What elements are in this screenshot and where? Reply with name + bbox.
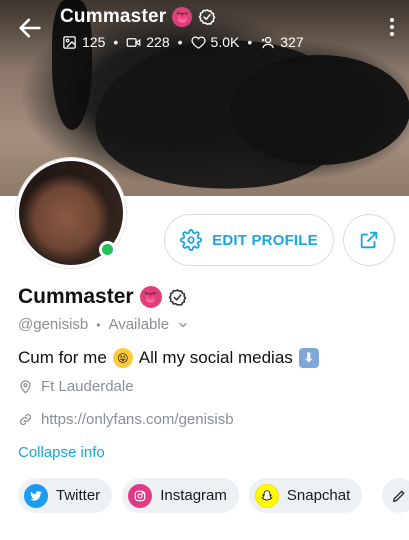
image-icon <box>63 35 76 49</box>
avatar-container[interactable] <box>16 158 126 268</box>
stat-fans-count: 327 <box>280 34 304 50</box>
snapchat-icon <box>254 483 279 508</box>
website-row[interactable]: https://onlyfans.com/genisisb <box>18 411 234 428</box>
profile-handle: @genisisb <box>18 316 89 333</box>
pin-icon <box>20 380 31 394</box>
stat-videos: 228 <box>126 34 170 50</box>
handle-separator: • <box>96 317 101 332</box>
online-status-dot <box>99 241 116 258</box>
stat-likes-count: 5.0K <box>210 34 240 50</box>
social-chip-twitter[interactable]: Twitter <box>18 478 113 513</box>
tongue-emoji-icon: 👅 <box>139 286 162 308</box>
gear-icon <box>180 229 203 251</box>
header-stats: 125 • 228 • 5.0K • 327 <box>62 34 304 50</box>
bio-text-2: All my social medias <box>138 348 293 367</box>
bio-text: Cum for me <box>18 348 107 367</box>
twitter-icon <box>24 483 48 508</box>
edit-profile-label: EDIT PROFILE <box>212 231 318 249</box>
header-title-row: Cummaster 👅 <box>60 6 216 28</box>
social-label: Instagram <box>160 487 227 504</box>
user-plus-icon <box>262 36 274 48</box>
collapse-info-link[interactable]: Collapse info <box>18 444 105 461</box>
chevron-down-icon[interactable] <box>177 319 189 331</box>
stat-separator: • <box>177 34 183 50</box>
social-chip-instagram[interactable]: Instagram <box>122 478 239 513</box>
profile-name: Cummaster <box>18 285 134 308</box>
profile-bio: Cum for me 😝 All my social medias ⬇ <box>18 348 319 368</box>
share-button[interactable] <box>343 214 395 266</box>
stat-likes: 5.0K <box>190 34 240 50</box>
location-row: Ft Lauderdale <box>18 378 134 395</box>
social-label: Snapchat <box>286 487 351 504</box>
link-icon <box>20 414 31 425</box>
website-link[interactable]: https://onlyfans.com/genisisb <box>41 411 234 428</box>
down-arrow-emoji-icon: ⬇ <box>298 348 319 368</box>
header-title: Cummaster <box>60 6 167 27</box>
edit-profile-button[interactable]: EDIT PROFILE <box>164 214 334 266</box>
stat-fans: 327 <box>260 34 304 50</box>
tongue-out-face-emoji-icon: 😝 <box>112 348 133 368</box>
handle-row: @genisisb • Available <box>18 316 189 333</box>
stat-photos-count: 125 <box>82 34 106 50</box>
pencil-icon <box>392 490 405 502</box>
heart-icon <box>190 36 206 49</box>
share-icon <box>360 231 378 249</box>
video-icon <box>126 37 141 47</box>
stat-photos: 125 <box>62 34 105 50</box>
back-button[interactable] <box>16 14 44 42</box>
social-label: Twitter <box>56 487 101 504</box>
social-chip-snapchat[interactable]: Snapchat <box>248 478 363 513</box>
stat-videos-count: 228 <box>146 34 170 50</box>
profile-name-row: Cummaster 👅 <box>18 285 187 309</box>
stat-separator: • <box>113 34 119 50</box>
stat-separator: • <box>247 34 253 50</box>
verified-badge-icon <box>199 9 216 25</box>
availability-status[interactable]: Available <box>108 316 169 333</box>
social-links: Twitter Instagram Snapchat <box>18 478 363 513</box>
tongue-emoji-icon: 👅 <box>172 7 193 27</box>
more-menu-button[interactable] <box>389 18 395 38</box>
location-text: Ft Lauderdale <box>41 378 134 395</box>
verified-badge-icon <box>168 288 186 306</box>
instagram-icon <box>128 483 153 508</box>
edit-socials-button[interactable] <box>382 478 409 513</box>
arrow-left-icon <box>19 18 41 38</box>
